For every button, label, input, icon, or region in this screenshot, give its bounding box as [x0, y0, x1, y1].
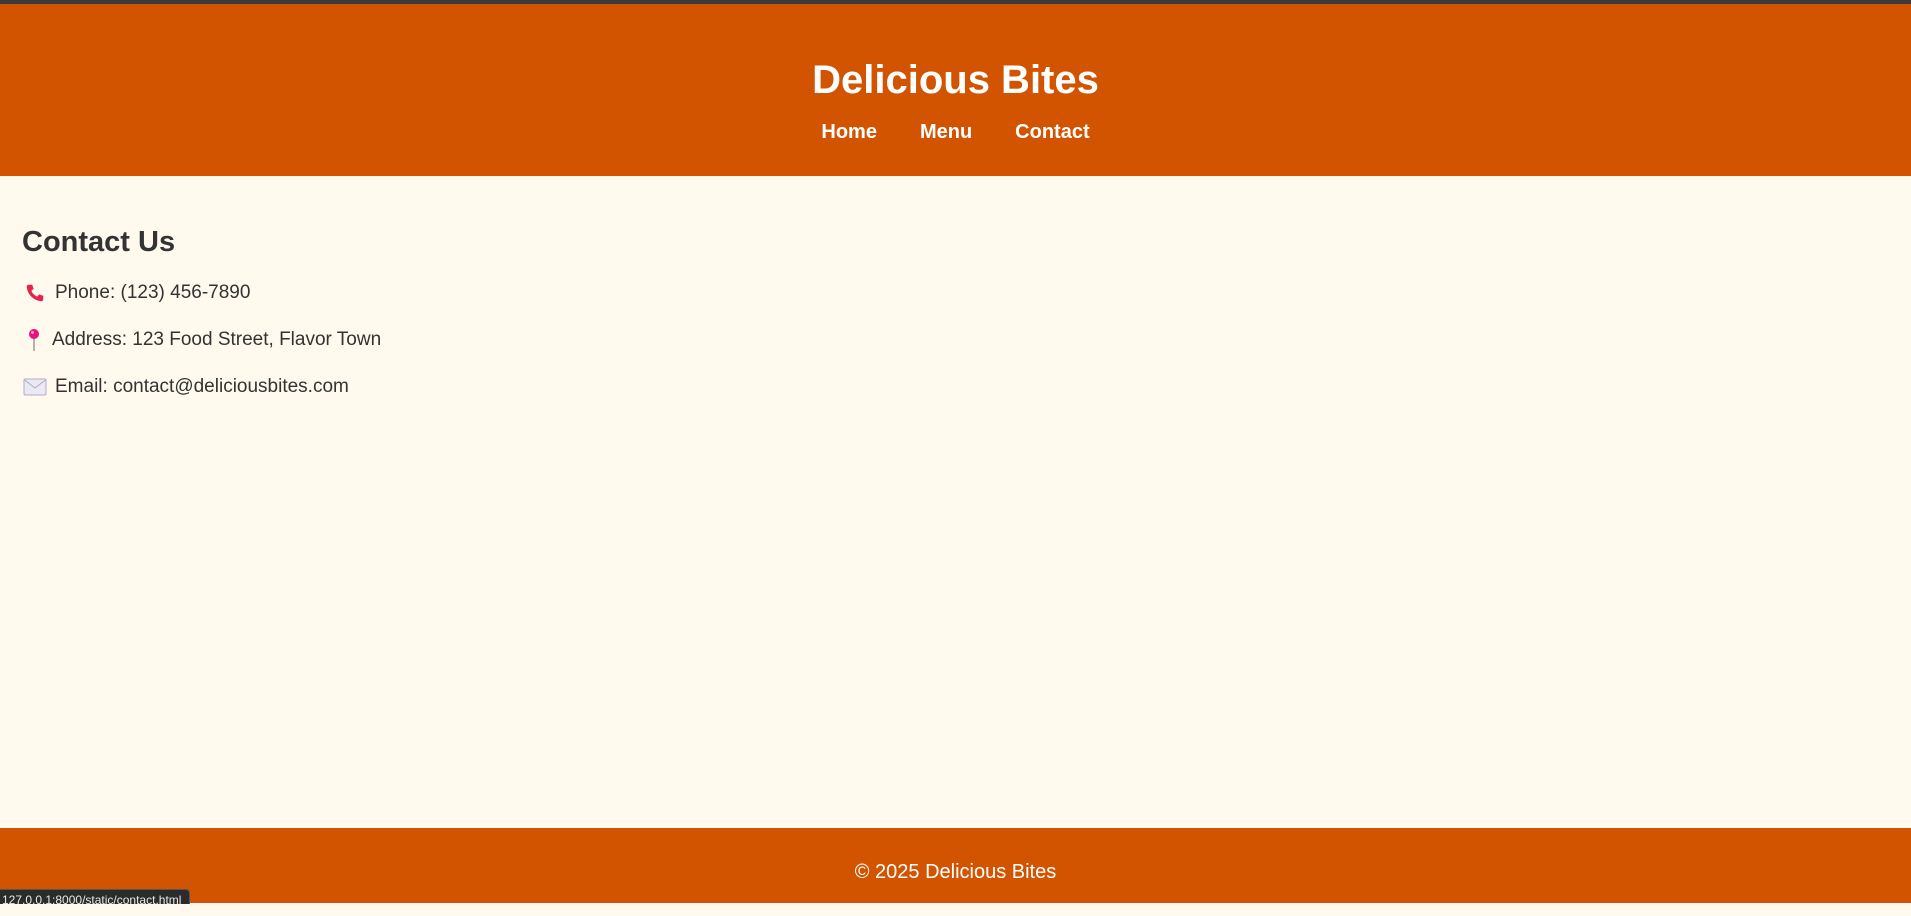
footer-copyright: © 2025 Delicious Bites — [854, 861, 1057, 883]
contact-email: Email: contact@deliciousbites.com — [22, 374, 1889, 400]
nav-link-contact[interactable]: Contact — [1015, 120, 1089, 144]
envelope-icon — [22, 375, 48, 399]
site-title: Delicious Bites — [812, 58, 1099, 102]
main-nav: Home Menu Contact — [0, 120, 1911, 144]
contact-phone: Phone: (123) 456-7890 — [22, 280, 1889, 306]
pushpin-icon — [22, 328, 46, 352]
contact-address-text: Address: 123 Food Street, Flavor Town — [52, 329, 382, 350]
main-content: Contact Us Phone: (123) 456-7890 Address… — [0, 176, 1911, 829]
nav-link-home[interactable]: Home — [821, 120, 877, 144]
contact-phone-text: Phone: (123) 456-7890 — [55, 282, 251, 303]
contact-email-text: Email: contact@deliciousbites.com — [55, 376, 349, 397]
link-status-tooltip: 127.0.0.1:8000/static/contact.html — [0, 889, 191, 904]
site-header: Delicious Bites Home Menu Contact — [0, 4, 1911, 176]
site-footer: © 2025 Delicious Bites — [0, 828, 1911, 903]
page-title: Contact Us — [22, 226, 176, 258]
contact-address: Address: 123 Food Street, Flavor Town — [22, 327, 1889, 353]
phone-icon — [22, 281, 48, 305]
nav-link-menu[interactable]: Menu — [920, 120, 972, 144]
